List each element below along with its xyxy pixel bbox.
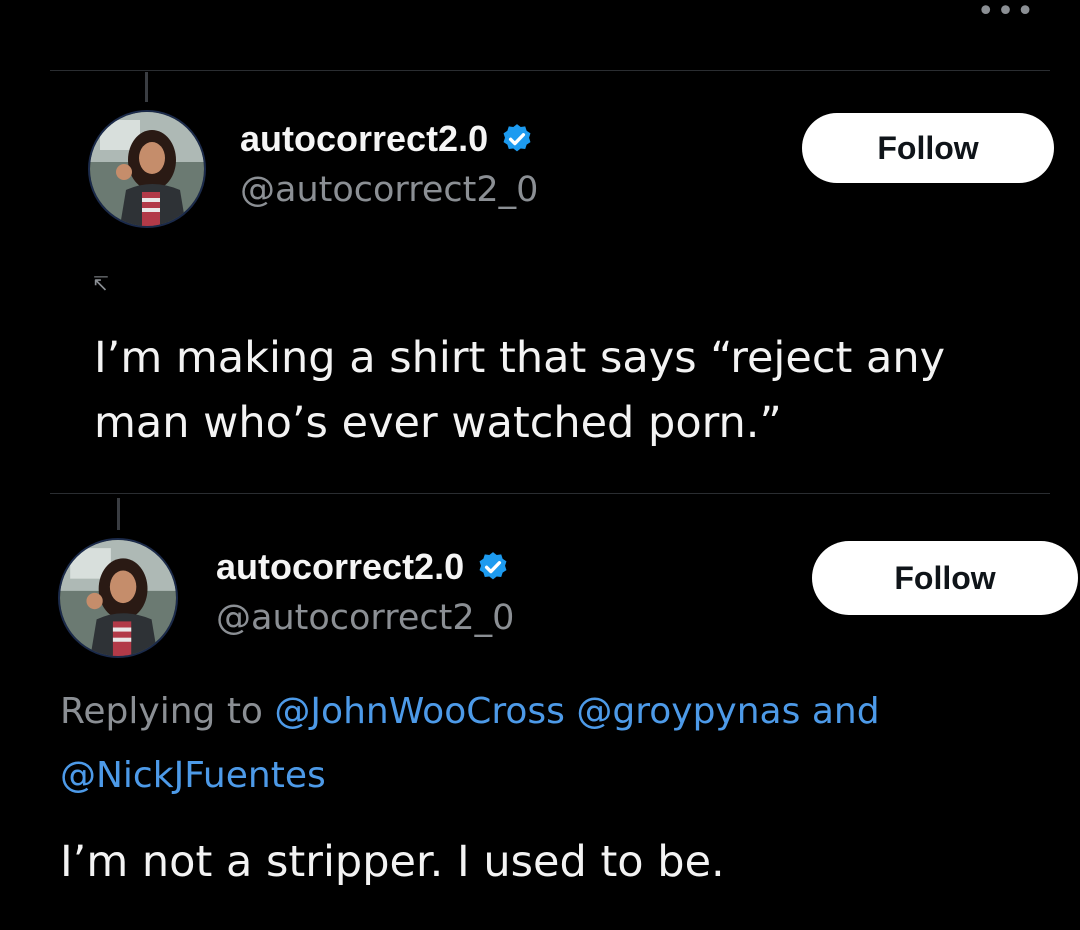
mention-link[interactable]: @NickJFuentes [60, 755, 326, 796]
divider-top [50, 70, 1050, 71]
tweet-text-line: man who’s ever watched porn.” [94, 397, 782, 448]
display-name[interactable]: autocorrect2.0 [216, 546, 510, 588]
verified-badge-icon [479, 552, 507, 580]
thread-line [117, 498, 120, 530]
handle[interactable]: @autocorrect2_0 [240, 170, 538, 210]
display-name[interactable]: autocorrect2.0 [240, 118, 534, 160]
divider-middle [50, 493, 1050, 494]
mention-link[interactable]: @JohnWooCross [274, 691, 565, 732]
replying-to-prefix: Replying to [60, 691, 263, 732]
replying-to: Replying to @JohnWooCross @groypynas and… [60, 680, 1060, 808]
follow-button[interactable]: Follow [802, 113, 1054, 183]
display-name-text: autocorrect2.0 [240, 118, 489, 159]
avatar[interactable] [88, 110, 206, 228]
handle[interactable]: @autocorrect2_0 [216, 598, 514, 638]
tweet-text: I’m making a shirt that says “reject any… [94, 326, 1054, 455]
avatar[interactable] [58, 538, 178, 658]
tweet-text-line: I’m making a shirt that says “reject any [94, 333, 946, 383]
more-options-icon[interactable]: ••• [977, 0, 1036, 29]
display-name-text: autocorrect2.0 [216, 546, 465, 587]
tweet-text: I’m not a stripper. I used to be. [60, 837, 725, 887]
mention-joiner: and [811, 691, 880, 732]
follow-button[interactable]: Follow [812, 541, 1078, 615]
verified-badge-icon [503, 124, 531, 152]
mention-link[interactable]: @groypynas [576, 691, 800, 732]
thread-indicator-icon: ↸ [92, 274, 109, 296]
thread-line [145, 72, 148, 102]
